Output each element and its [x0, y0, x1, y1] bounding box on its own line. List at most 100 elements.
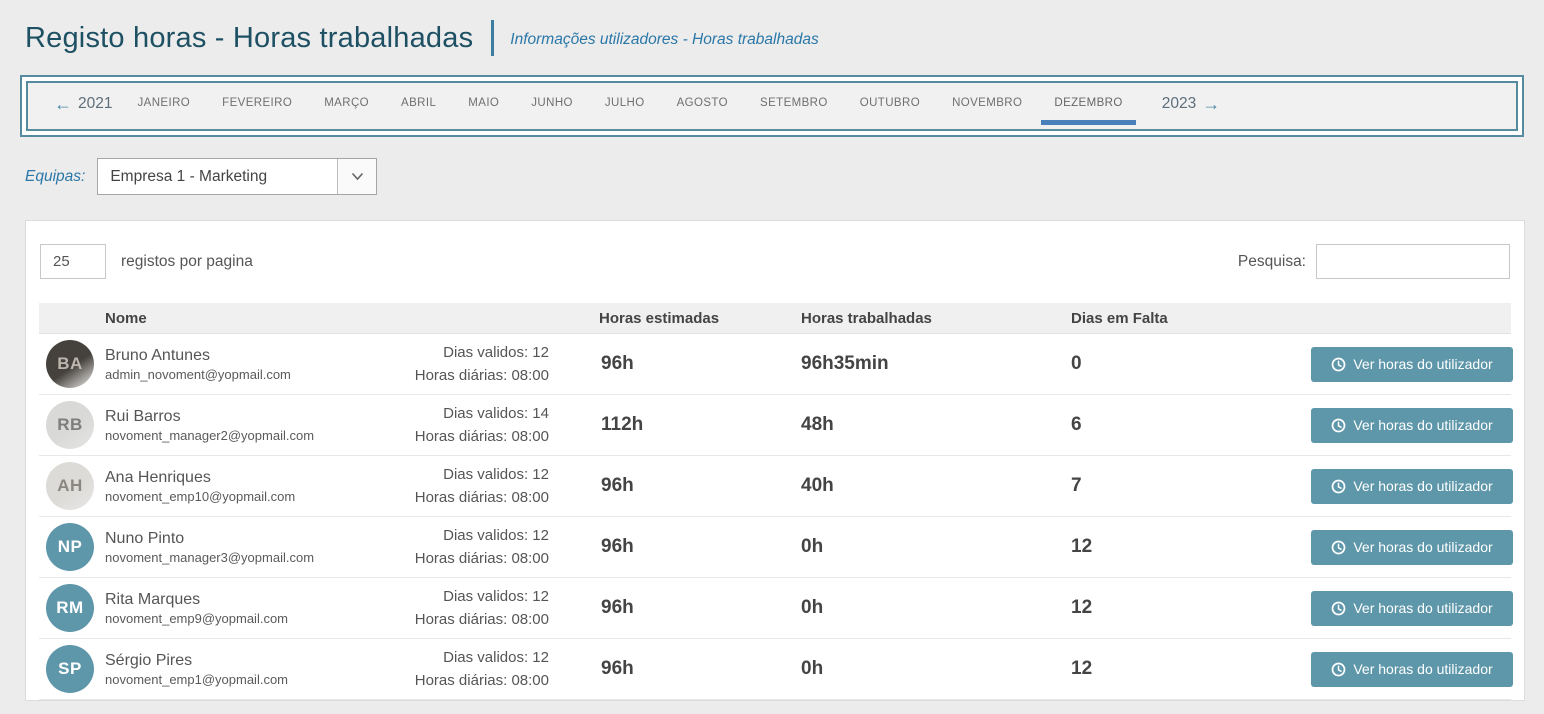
page-header: Registo horas - Horas trabalhadas Inform…: [0, 0, 1544, 56]
user-email: novoment_emp1@yopmail.com: [105, 671, 349, 689]
user-name: Rui Barros: [105, 406, 349, 427]
month-tab[interactable]: DEZEMBRO: [1051, 97, 1125, 115]
daily-hours-text: Horas diárias: 08:00: [349, 364, 549, 387]
avatar: RM: [46, 584, 94, 632]
month-tab[interactable]: ABRIL: [398, 97, 439, 115]
next-year-button[interactable]: 2023 →: [1162, 95, 1220, 117]
user-name: Nuno Pinto: [105, 528, 349, 549]
month-tabs: JANEIRO FEVEREIRO MARÇO ABRIL MAIO JUNHO JULHO…: [134, 97, 1151, 115]
view-user-hours-button[interactable]: Ver horas do utilizador: [1311, 591, 1513, 626]
team-select[interactable]: Empresa 1 - Marketing: [97, 158, 377, 195]
month-tab[interactable]: SETEMBRO: [757, 97, 831, 115]
arrow-left-icon: ←: [54, 95, 72, 113]
missing-days-value: 12: [1071, 597, 1311, 619]
user-email: novoment_manager3@yopmail.com: [105, 549, 349, 567]
month-tab[interactable]: FEVEREIRO: [219, 97, 295, 115]
user-name: Ana Henriques: [105, 467, 349, 488]
estimated-hours-value: 96h: [549, 353, 801, 375]
page-size-label: registos por pagina: [121, 253, 253, 271]
worked-hours-value: 0h: [801, 597, 1071, 619]
avatar: SP: [46, 645, 94, 693]
user-name: Rita Marques: [105, 589, 349, 610]
next-year-label: 2023: [1162, 95, 1196, 113]
daily-hours-text: Horas diárias: 08:00: [349, 669, 549, 692]
avatar: BA: [46, 340, 94, 388]
view-user-hours-button[interactable]: Ver horas do utilizador: [1311, 530, 1513, 565]
missing-days-value: 12: [1071, 658, 1311, 680]
missing-days-value: 0: [1071, 353, 1311, 375]
month-tab[interactable]: MARÇO: [321, 97, 372, 115]
daily-hours-text: Horas diárias: 08:00: [349, 425, 549, 448]
worked-hours-value: 40h: [801, 475, 1071, 497]
view-user-hours-button[interactable]: Ver horas do utilizador: [1311, 347, 1513, 382]
month-tab[interactable]: OUTUBRO: [857, 97, 923, 115]
page-title: Registo horas - Horas trabalhadas: [25, 22, 473, 55]
view-user-hours-label: Ver horas do utilizador: [1353, 478, 1492, 494]
valid-days-text: Dias validos: 12: [349, 646, 549, 669]
month-tab[interactable]: AGOSTO: [674, 97, 731, 115]
users-table-card: registos por pagina Pesquisa: Nome Horas…: [25, 220, 1525, 701]
column-header-nome: Nome: [105, 310, 349, 327]
worked-hours-value: 0h: [801, 658, 1071, 680]
clock-icon: [1331, 479, 1346, 494]
daily-hours-text: Horas diárias: 08:00: [349, 486, 549, 509]
view-user-hours-button[interactable]: Ver horas do utilizador: [1311, 469, 1513, 504]
user-email: novoment_emp10@yopmail.com: [105, 488, 349, 506]
table-body: BA Bruno Antunes admin_novoment@yopmail.…: [39, 334, 1511, 700]
month-tab[interactable]: JULHO: [602, 97, 648, 115]
avatar-initials: RM: [56, 598, 83, 618]
worked-hours-value: 0h: [801, 536, 1071, 558]
table-row: RM Rita Marques novoment_emp9@yopmail.co…: [39, 578, 1511, 639]
view-user-hours-button[interactable]: Ver horas do utilizador: [1311, 408, 1513, 443]
avatar-initials: NP: [58, 537, 83, 557]
avatar-initials: AH: [57, 476, 83, 496]
column-header-dias-em-falta: Dias em Falta: [1071, 310, 1311, 327]
view-user-hours-label: Ver horas do utilizador: [1353, 356, 1492, 372]
table-controls: registos por pagina Pesquisa:: [40, 244, 1510, 279]
user-email: novoment_emp9@yopmail.com: [105, 610, 349, 628]
month-tab[interactable]: JANEIRO: [134, 97, 193, 115]
table-row: SP Sérgio Pires novoment_emp1@yopmail.co…: [39, 639, 1511, 700]
avatar: NP: [46, 523, 94, 571]
page-size-input[interactable]: [40, 244, 106, 279]
view-user-hours-button[interactable]: Ver horas do utilizador: [1311, 652, 1513, 687]
prev-year-button[interactable]: ← 2021: [54, 95, 112, 117]
estimated-hours-value: 96h: [549, 536, 801, 558]
avatar-initials: BA: [57, 354, 83, 374]
view-user-hours-label: Ver horas do utilizador: [1353, 539, 1492, 555]
worked-hours-value: 96h35min: [801, 353, 1071, 375]
avatar: AH: [46, 462, 94, 510]
month-tab[interactable]: JUNHO: [528, 97, 576, 115]
clock-icon: [1331, 540, 1346, 555]
avatar: RB: [46, 401, 94, 449]
table-header-row: Nome Horas estimadas Horas trabalhadas D…: [39, 303, 1511, 334]
missing-days-value: 12: [1071, 536, 1311, 558]
table-row: NP Nuno Pinto novoment_manager3@yopmail.…: [39, 517, 1511, 578]
user-name: Sérgio Pires: [105, 650, 349, 671]
valid-days-text: Dias validos: 12: [349, 585, 549, 608]
estimated-hours-value: 96h: [549, 597, 801, 619]
clock-icon: [1331, 357, 1346, 372]
team-select-value: Empresa 1 - Marketing: [98, 159, 337, 194]
column-header-horas-estimadas: Horas estimadas: [549, 310, 801, 327]
missing-days-value: 7: [1071, 475, 1311, 497]
table-row: BA Bruno Antunes admin_novoment@yopmail.…: [39, 334, 1511, 395]
table-row: RB Rui Barros novoment_manager2@yopmail.…: [39, 395, 1511, 456]
view-user-hours-label: Ver horas do utilizador: [1353, 661, 1492, 677]
arrow-right-icon: →: [1202, 95, 1220, 113]
month-tab[interactable]: MAIO: [465, 97, 502, 115]
clock-icon: [1331, 662, 1346, 677]
valid-days-text: Dias validos: 14: [349, 402, 549, 425]
title-divider: [491, 20, 494, 56]
search-input[interactable]: [1316, 244, 1510, 279]
month-tab[interactable]: NOVEMBRO: [949, 97, 1025, 115]
user-email: admin_novoment@yopmail.com: [105, 366, 349, 384]
search-label: Pesquisa:: [1238, 253, 1306, 271]
estimated-hours-value: 96h: [549, 658, 801, 680]
valid-days-text: Dias validos: 12: [349, 524, 549, 547]
valid-days-text: Dias validos: 12: [349, 463, 549, 486]
missing-days-value: 6: [1071, 414, 1311, 436]
team-filter-label: Equipas:: [25, 168, 85, 186]
clock-icon: [1331, 601, 1346, 616]
month-navigation-bar: ← 2021 JANEIRO FEVEREIRO MARÇO ABRIL MAIO JUN…: [20, 75, 1524, 137]
